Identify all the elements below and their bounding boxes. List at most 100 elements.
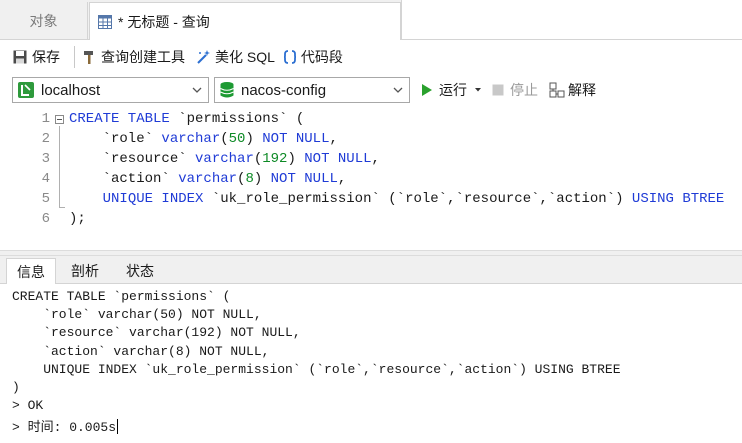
query-builder-button[interactable]: 查询创建工具	[81, 47, 185, 67]
explain-button[interactable]: 解释	[549, 78, 596, 102]
server-select[interactable]: localhost	[12, 77, 209, 103]
sql-keyword: varchar	[178, 171, 238, 187]
message-output[interactable]: CREATE TABLE `permissions` ( `role` varc…	[0, 284, 742, 443]
server-select-value: localhost	[41, 81, 101, 99]
output-line: `role` varchar(50) NOT NULL,	[12, 307, 262, 323]
code-snippet-label: 代码段	[300, 49, 343, 65]
tab-profile-label: 剖析	[71, 262, 99, 279]
explain-icon	[549, 82, 565, 98]
sql-number: 8	[245, 171, 254, 187]
explain-label: 解释	[568, 82, 596, 98]
output-line-text: UNIQUE INDEX `uk_role_permission` (`role…	[12, 361, 621, 377]
database-icon	[220, 82, 234, 98]
magic-wand-icon	[197, 50, 210, 64]
database-select-value: nacos-config	[241, 81, 327, 99]
hammer-icon	[84, 51, 93, 64]
stop-icon	[492, 84, 504, 96]
tab-message-label: 信息	[17, 263, 45, 280]
sql-text: `permissions` (	[169, 111, 305, 127]
run-label: 运行	[439, 82, 467, 98]
tab-status[interactable]: 状态	[113, 258, 167, 283]
sql-text: )	[287, 151, 305, 167]
code-line: `resource` varchar(192) NOT NULL,	[69, 151, 380, 167]
code-line: UNIQUE INDEX `uk_role_permission` (`role…	[69, 191, 725, 207]
beautify-sql-label: 美化 SQL	[215, 49, 275, 65]
play-icon	[422, 84, 432, 96]
sql-text: ,	[337, 171, 347, 187]
sql-keyword: USING BTREE	[631, 191, 725, 207]
run-button[interactable]: 运行	[421, 78, 482, 102]
sql-text: );	[69, 211, 86, 227]
tab-objects-label: 对象	[29, 12, 58, 29]
sql-keyword: NOT NULL	[262, 131, 330, 147]
sql-editor[interactable]: 1 2 3 4 5 6 CREATE TABLE `permissions` ( `role…	[0, 110, 742, 250]
text-caret	[117, 419, 119, 435]
fold-toggle-icon[interactable]	[55, 115, 64, 124]
toolbar: 保存 查询创建工具 美化 SQL 代码段	[0, 40, 742, 74]
sql-keyword: CREATE TABLE	[69, 111, 170, 127]
sql-keyword: NOT NULL	[270, 171, 338, 187]
beautify-sql-button[interactable]: 美化 SQL	[195, 47, 275, 67]
sql-text: (	[220, 131, 229, 147]
sql-number: 50	[228, 131, 246, 147]
chevron-down-icon	[393, 87, 403, 93]
line-number: 3	[41, 151, 50, 167]
toolbar-separator	[74, 46, 75, 68]
tab-message[interactable]: 信息	[6, 258, 56, 284]
sql-text: `role`	[69, 131, 162, 147]
sql-text: )	[245, 131, 263, 147]
query-builder-label: 查询创建工具	[101, 49, 185, 65]
code-snippet-icon	[283, 50, 296, 64]
output-line-text: )	[12, 380, 20, 395]
line-number: 4	[41, 171, 50, 187]
output-line: > OK	[12, 398, 43, 413]
save-button[interactable]: 保存	[12, 47, 60, 67]
stop-label: 停止	[510, 82, 538, 98]
code-line: `action` varchar(8) NOT NULL,	[69, 171, 347, 187]
sql-text: `resource`	[69, 151, 196, 167]
save-label: 保存	[32, 49, 60, 65]
server-connection-icon	[18, 82, 34, 98]
sql-text: )	[253, 171, 271, 187]
fold-guide-line	[59, 126, 60, 208]
sql-number: 192	[262, 151, 288, 167]
output-line: UNIQUE INDEX `uk_role_permission` (`role…	[12, 361, 621, 377]
output-line-text: CREATE TABLE `permissions` (	[12, 289, 231, 304]
tab-query[interactable]: * 无标题 - 查询	[89, 2, 401, 40]
output-line: CREATE TABLE `permissions` (	[12, 289, 230, 304]
output-line: `action` varchar(8) NOT NULL,	[12, 344, 269, 359]
sql-keyword: varchar	[161, 131, 221, 147]
chevron-down-icon	[192, 87, 202, 93]
code-line: );	[69, 211, 86, 227]
output-line-text: > 时间: 0.005s	[12, 420, 117, 436]
sql-text: ,	[329, 131, 338, 147]
output-line: > 时间: 0.005s	[12, 416, 119, 436]
tab-strip: 对象 * 无标题 - 查询	[0, 0, 742, 40]
sql-keyword: NOT NULL	[304, 151, 372, 167]
line-number: 6	[41, 211, 50, 227]
output-line-text: `role` varchar(50) NOT NULL,	[12, 307, 262, 323]
line-number: 2	[41, 131, 50, 147]
output-line-text: `resource` varchar(192) NOT NULL,	[12, 325, 301, 341]
output-line-text: > OK	[12, 398, 44, 414]
tab-profile[interactable]: 剖析	[58, 258, 112, 283]
tab-objects[interactable]: 对象	[0, 2, 88, 39]
connection-bar: localhost nacos-config 运行 停止 解释	[0, 74, 742, 108]
sql-text: (	[253, 151, 263, 167]
tab-strip-empty	[401, 0, 742, 39]
fold-guide-end	[59, 207, 65, 208]
code-line: `role` varchar(50) NOT NULL,	[69, 131, 338, 147]
code-snippet-button[interactable]: 代码段	[283, 47, 343, 67]
stop-button[interactable]: 停止	[492, 78, 538, 102]
database-select[interactable]: nacos-config	[214, 77, 410, 103]
output-line-text: `action` varchar(8) NOT NULL,	[12, 343, 270, 359]
result-tabs: 信息 剖析 状态	[0, 256, 742, 284]
sql-text: `action`	[69, 171, 179, 187]
line-number: 5	[41, 191, 50, 207]
sql-text: ,	[371, 151, 380, 167]
sql-text: `uk_role_permission` (`role`,`resource`,…	[203, 191, 632, 207]
query-table-icon	[98, 14, 112, 29]
save-icon	[13, 50, 27, 64]
dropdown-caret-icon	[475, 88, 481, 92]
